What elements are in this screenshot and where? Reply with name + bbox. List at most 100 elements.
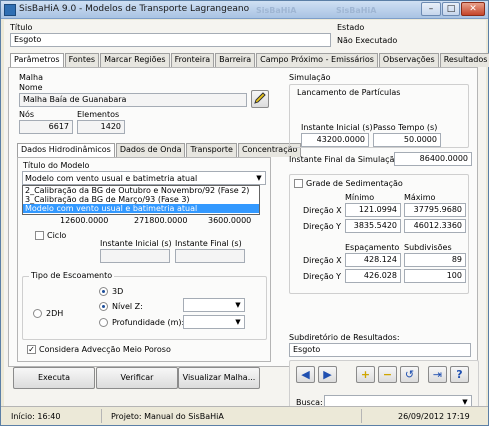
plus-icon: + bbox=[360, 368, 371, 381]
grade-max-label: Máximo bbox=[404, 193, 436, 202]
tab-fontes[interactable]: Fontes bbox=[64, 53, 100, 67]
visualizar-malha-button[interactable]: Visualizar Malha... bbox=[178, 367, 260, 389]
status-separator bbox=[101, 409, 102, 423]
estado-value: Não Executado bbox=[337, 36, 398, 45]
radio-3d[interactable] bbox=[99, 287, 108, 296]
lancamento-label: Lancamento de Partículas bbox=[297, 88, 401, 97]
app-icon bbox=[4, 4, 16, 16]
profundidade-label: Profundidade (m): bbox=[112, 318, 185, 327]
row-value-2: 271800.0000 bbox=[134, 216, 188, 225]
option-vento-usual[interactable]: Modelo com vento usual e batimetria atua… bbox=[23, 204, 259, 213]
grade-xmin-input[interactable]: 121.0994 bbox=[345, 203, 401, 217]
tab-campo-proximo[interactable]: Campo Próximo - Emissários bbox=[256, 53, 378, 67]
estado-label: Estado bbox=[337, 23, 365, 32]
prev-button[interactable]: ◀ bbox=[296, 366, 315, 383]
subx-input[interactable]: 89 bbox=[404, 253, 466, 267]
window-title: SisBaHiA 9.0 - Modelos de Transporte Lag… bbox=[19, 4, 250, 14]
passo-input[interactable]: 50.0000 bbox=[373, 133, 441, 147]
passo-label: Passo Tempo (s) bbox=[373, 123, 438, 132]
exit-button[interactable]: ⇥ bbox=[428, 366, 447, 383]
grade-diry-label: Direção Y bbox=[303, 222, 342, 231]
espx-input[interactable]: 428.124 bbox=[345, 253, 401, 267]
suby-input[interactable]: 100 bbox=[404, 269, 466, 283]
profundidade-dropdown[interactable]: ▼ bbox=[183, 315, 245, 329]
add-button[interactable]: + bbox=[356, 366, 375, 383]
next-button[interactable]: ▶ bbox=[318, 366, 337, 383]
grade-ymax-input[interactable]: 46012.3360 bbox=[404, 219, 466, 233]
option-fase2[interactable]: 2_Calibração da BG de Outubro e Novembro… bbox=[23, 186, 259, 195]
radio-2dh[interactable] bbox=[33, 309, 42, 318]
close-button[interactable]: ✕ bbox=[461, 2, 485, 16]
edit-malha-button[interactable] bbox=[251, 90, 269, 108]
hidro-panel: Título do Modelo Modelo com vento usual … bbox=[17, 157, 271, 362]
advec-label: Considera Advecção Meio Poroso bbox=[39, 345, 171, 354]
hidro-instante-inicial-field bbox=[100, 249, 170, 263]
nos-field: 6617 bbox=[19, 120, 73, 134]
radio-profundidade[interactable] bbox=[99, 318, 108, 327]
subdir-label: Subdiretório de Resultados: bbox=[289, 333, 400, 342]
arrow-left-icon: ◀ bbox=[301, 368, 310, 381]
ciclo-label: Ciclo bbox=[47, 231, 67, 240]
verificar-button[interactable]: Verificar bbox=[96, 367, 178, 389]
help-button[interactable]: ? bbox=[450, 366, 469, 383]
nome-label: Nome bbox=[19, 83, 43, 92]
client-area: Título Esgoto Estado Não Executado Parâm… bbox=[4, 20, 489, 423]
option-fase3[interactable]: 3_Calibração da BG de Março/93 (Fase 3) bbox=[23, 195, 259, 204]
tipo-escoamento-group: Tipo de Escoamento 3D 2DH Nível Z: ▼ Pro… bbox=[22, 271, 267, 340]
subdir-input[interactable]: Esgoto bbox=[289, 343, 471, 357]
esp-dirx-label: Direção X bbox=[303, 256, 342, 265]
executa-button[interactable]: Executa bbox=[13, 367, 95, 389]
elementos-field: 1420 bbox=[77, 120, 125, 134]
help-icon: ? bbox=[456, 368, 463, 381]
grade-ymin-input[interactable]: 3835.5420 bbox=[345, 219, 401, 233]
ghost-title: SisBaHiA bbox=[256, 6, 297, 15]
tab-barreira[interactable]: Barreira bbox=[215, 53, 256, 67]
sim-final-input[interactable]: 86400.0000 bbox=[394, 152, 472, 166]
undo-button[interactable]: ↺ bbox=[400, 366, 419, 383]
grade-label: Grade de Sedimentação bbox=[306, 179, 403, 188]
nivel-z-dropdown[interactable]: ▼ bbox=[183, 298, 245, 312]
advec-checkbox[interactable]: ✓ bbox=[27, 345, 36, 354]
arrow-right-icon: ▶ bbox=[323, 368, 332, 381]
titulo-input[interactable]: Esgoto bbox=[10, 33, 331, 47]
tab-fronteira[interactable]: Fronteira bbox=[170, 53, 215, 67]
grade-min-label: Mínimo bbox=[345, 193, 375, 202]
tab-parametros[interactable]: Parâmetros bbox=[10, 53, 64, 68]
titulo-label: Título bbox=[10, 23, 33, 32]
grade-xmax-input[interactable]: 37795.9680 bbox=[404, 203, 466, 217]
malha-nome-field: Malha Baía de Guanabara bbox=[19, 93, 247, 107]
ghost-title-2: SisBaHiA bbox=[336, 6, 377, 15]
chevron-down-icon: ▼ bbox=[235, 301, 241, 309]
remove-button[interactable]: − bbox=[378, 366, 397, 383]
pencil-icon bbox=[254, 92, 266, 104]
titulo-modelo-dropdown[interactable]: Modelo com vento usual e batimetria atua… bbox=[22, 171, 266, 185]
row-value-1: 12600.0000 bbox=[60, 216, 109, 225]
minimize-button[interactable]: – bbox=[421, 2, 441, 16]
main-tabs: Parâmetros Fontes Marcar Regiões Frontei… bbox=[10, 53, 489, 68]
espacamento-label: Espaçamento bbox=[345, 243, 400, 252]
subtab-transporte[interactable]: Transporte bbox=[186, 143, 237, 157]
titulo-modelo-label: Título do Modelo bbox=[23, 161, 90, 170]
tab-observacoes[interactable]: Observações bbox=[378, 53, 439, 67]
sim-inicial-input[interactable]: 43200.0000 bbox=[301, 133, 369, 147]
status-data: 26/09/2012 17:19 bbox=[398, 412, 470, 421]
radio-nivel-z[interactable] bbox=[99, 302, 108, 311]
hidro-subtabs: Dados Hidrodinâmicos Dados de Onda Trans… bbox=[17, 143, 302, 158]
tab-marcar-regioes[interactable]: Marcar Regiões bbox=[100, 53, 170, 67]
minus-icon: − bbox=[382, 368, 393, 381]
radio-3d-label: 3D bbox=[112, 287, 124, 296]
tab-resultados[interactable]: Resultados bbox=[439, 53, 489, 67]
malha-label: Malha bbox=[19, 73, 43, 82]
subtab-dados-hidrodinamicos[interactable]: Dados Hidrodinâmicos bbox=[17, 143, 115, 158]
title-bar: SisBaHiA 9.0 - Modelos de Transporte Lag… bbox=[1, 1, 488, 19]
status-bar: Início: 16:40 Projeto: Manual do SisBaHi… bbox=[1, 406, 488, 425]
espy-input[interactable]: 426.028 bbox=[345, 269, 401, 283]
hidro-instante-final-label: Instante Final (s) bbox=[175, 239, 242, 248]
elementos-label: Elementos bbox=[77, 110, 120, 119]
exit-door-icon: ⇥ bbox=[432, 368, 443, 381]
ciclo-checkbox[interactable] bbox=[35, 231, 44, 240]
titulo-modelo-selected: Modelo com vento usual e batimetria atua… bbox=[25, 174, 198, 183]
grade-checkbox[interactable] bbox=[294, 179, 303, 188]
maximize-button[interactable]: □ bbox=[442, 2, 460, 16]
subtab-dados-de-onda[interactable]: Dados de Onda bbox=[115, 143, 186, 157]
